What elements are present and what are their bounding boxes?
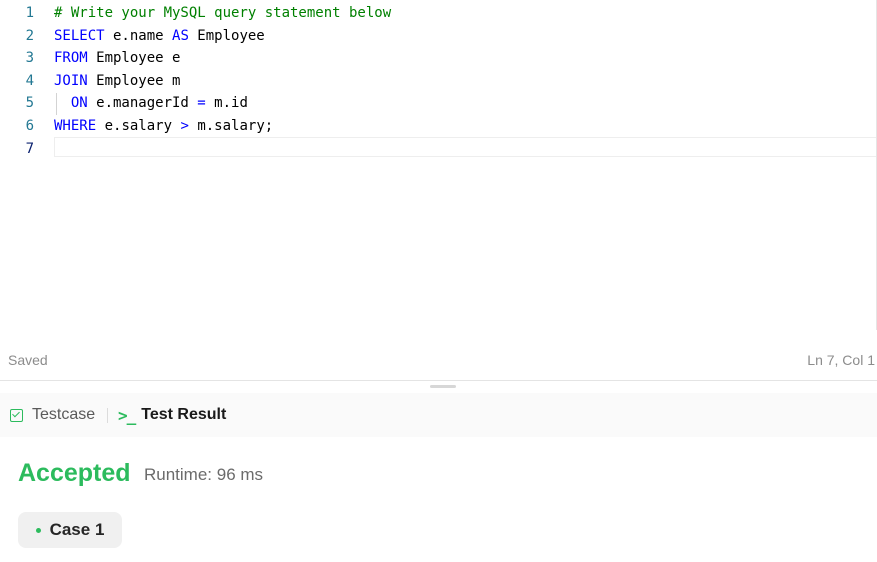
line-number: 7: [25, 140, 34, 157]
code-line[interactable]: 5 ON e.managerId = m.id: [0, 92, 877, 114]
code-token: AS: [172, 27, 189, 44]
line-code[interactable]: ON e.managerId = m.id: [54, 92, 248, 114]
tab-test-result-label: Test Result: [141, 406, 227, 423]
line-number: 3: [25, 50, 34, 67]
line-number: 4: [25, 72, 34, 89]
tab-separator: [107, 408, 108, 423]
line-number: 6: [25, 118, 34, 134]
code-editor[interactable]: 1 # Write your MySQL query statement belo…: [0, 0, 877, 345]
tab-test-result[interactable]: >_ Test Result: [118, 393, 226, 437]
line-number: 5: [25, 95, 34, 112]
code-token: ON: [70, 95, 88, 112]
line-code[interactable]: JOIN Employee m: [54, 70, 180, 92]
case-button[interactable]: Case 1: [18, 512, 122, 548]
code-token: FROM: [54, 50, 88, 67]
code-token: Employee: [188, 27, 265, 44]
code-token: Employee e: [87, 50, 181, 67]
code-line[interactable]: 1 # Write your MySQL query statement belo…: [0, 2, 877, 24]
code-token: Employee m: [87, 72, 181, 89]
current-line-highlight: [54, 137, 877, 157]
line-code[interactable]: SELECT e.name AS Employee: [54, 25, 265, 47]
case-status-dot-icon: [35, 527, 41, 533]
code-line[interactable]: 3 FROM Employee e: [0, 47, 877, 69]
line-code[interactable]: # Write your MySQL query statement below: [54, 2, 391, 24]
checkbox-icon: [10, 408, 23, 422]
code-token: JOIN: [54, 72, 88, 89]
code-token: m.salary;: [188, 118, 274, 134]
code-token: >: [180, 118, 189, 134]
line-code[interactable]: WHERE e.salary > m.salary;: [54, 115, 273, 137]
terminal-icon: >_: [118, 405, 136, 425]
code-line[interactable]: 2 SELECT e.name AS Employee: [0, 25, 877, 47]
case-label: Case 1: [49, 520, 105, 539]
line-code[interactable]: FROM Employee e: [54, 47, 180, 69]
editor-status-bar: Saved Ln 7, Col 1: [0, 348, 877, 374]
code-token: e.managerId: [87, 95, 198, 112]
tab-testcase-label: Testcase: [32, 406, 96, 423]
code-line[interactable]: 6 WHERE e.salary > m.salary;: [0, 115, 877, 137]
code-line[interactable]: 4 JOIN Employee m: [0, 70, 877, 92]
code-token: WHERE: [54, 118, 97, 134]
line-number: 2: [25, 27, 34, 44]
indent-guide: [56, 93, 57, 115]
runtime-text: Runtime: 96 ms: [144, 465, 264, 484]
code-token: m.id: [205, 95, 248, 112]
bottom-panel-tabs: Testcase >_ Test Result: [0, 393, 877, 437]
code-token: e.name: [104, 27, 173, 44]
result-status: Accepted: [18, 459, 131, 487]
code-token: e.salary: [96, 118, 181, 134]
panel-divider: [0, 380, 877, 381]
cursor-position[interactable]: Ln 7, Col 1: [807, 352, 875, 368]
saved-status: Saved: [8, 352, 48, 368]
tab-testcase[interactable]: Testcase: [10, 393, 95, 437]
line-number: 1: [25, 5, 34, 21]
code-token: SELECT: [54, 27, 105, 44]
code-token: =: [197, 95, 206, 112]
resize-handle[interactable]: [430, 385, 456, 388]
code-token: # Write your MySQL query statement below: [54, 5, 392, 21]
